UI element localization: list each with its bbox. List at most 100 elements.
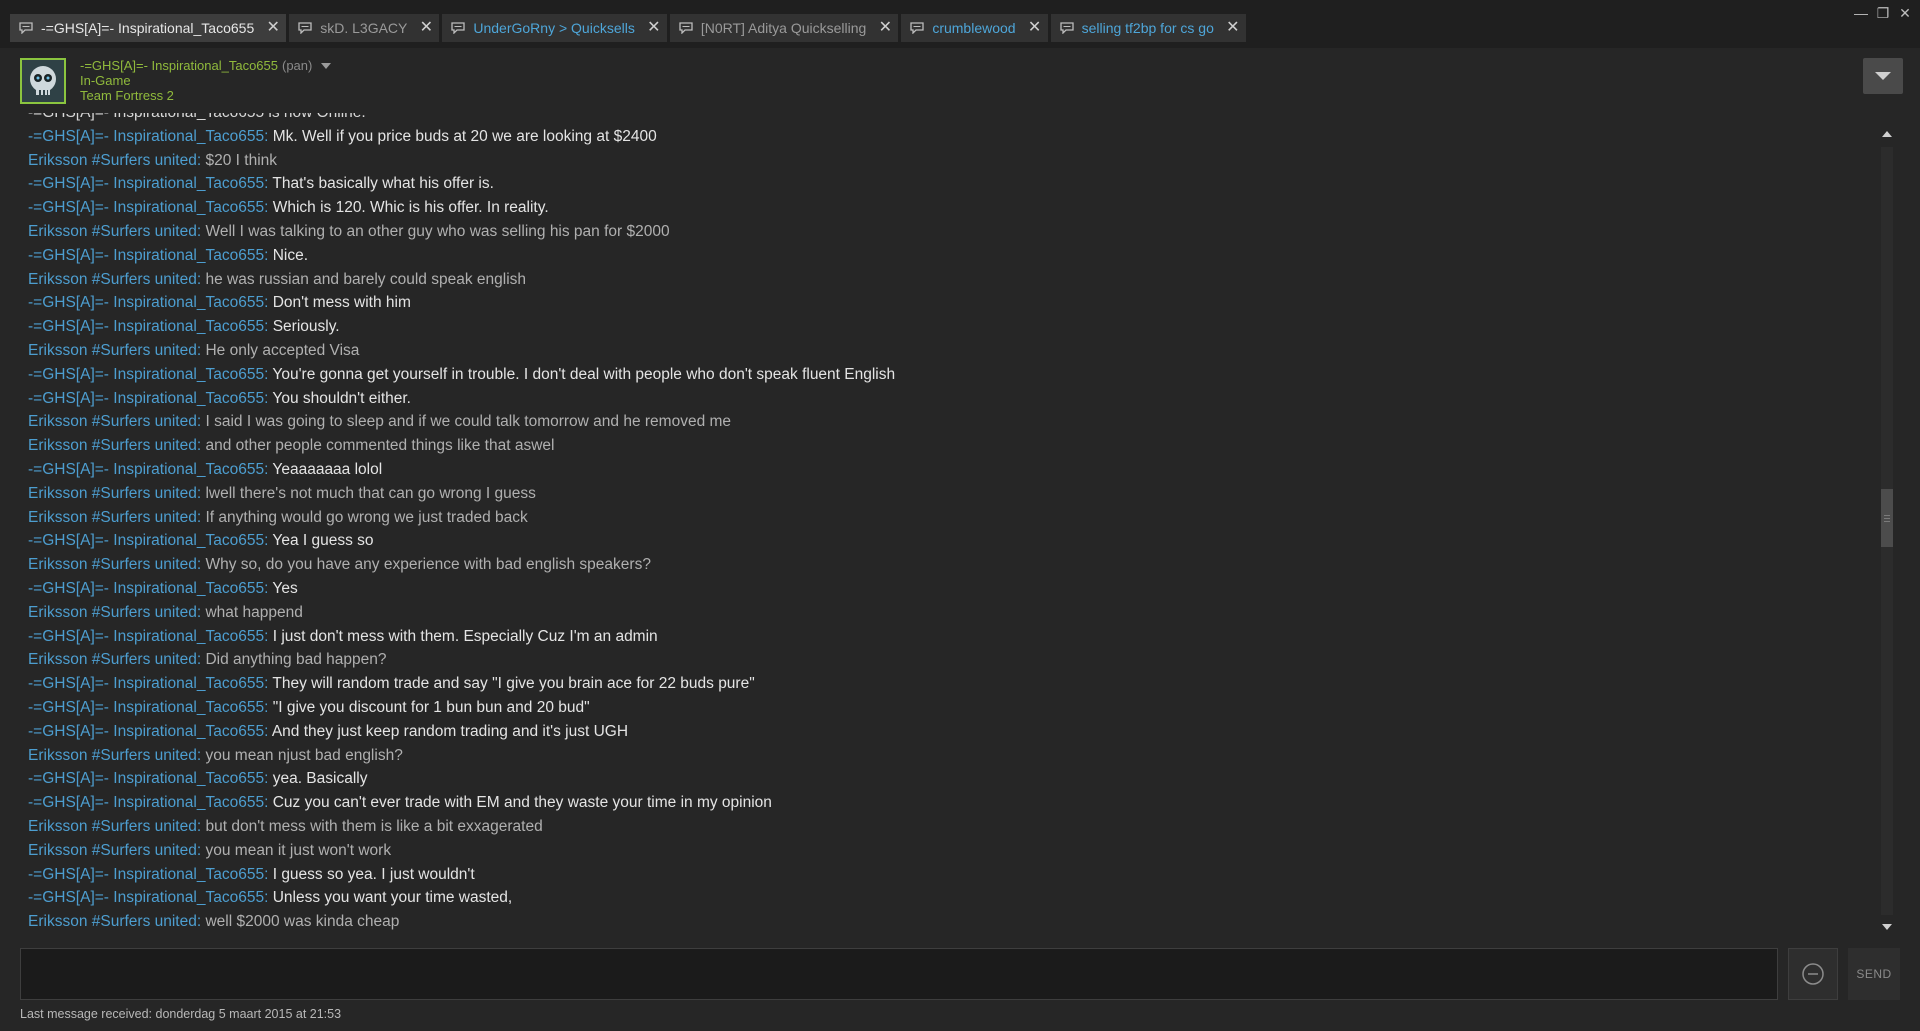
chat-window: -=GHS[A]=- Inspirational_Taco655 ✕ skD. L3…: [0, 0, 1920, 1031]
restore-button[interactable]: ❐: [1876, 5, 1890, 21]
message-text: Well I was talking to an other guy who w…: [205, 222, 670, 240]
message-sender: -=GHS[A]=- Inspirational_Taco655: [28, 770, 265, 788]
chat-tab[interactable]: [N0RT] Aditya Quickselling ✕: [669, 14, 899, 42]
last-message-received: Last message received: donderdag 5 maart…: [20, 1007, 342, 1021]
tab-label: UnderGoRny > Quicksells: [473, 20, 635, 36]
chat-message: -=GHS[A]=- Inspirational_Taco655: They w…: [28, 672, 1868, 696]
chat-message: Eriksson #Surfers united: Why so, do you…: [28, 553, 1868, 577]
sender-separator: :: [264, 246, 273, 264]
scroll-thumb[interactable]: [1881, 489, 1893, 547]
message-input[interactable]: [21, 949, 1777, 999]
chat-message: -=GHS[A]=- Inspirational_Taco655: Cuz yo…: [28, 791, 1868, 815]
message-text: That's basically what his offer is.: [272, 175, 494, 193]
message-text: I said I was going to sleep and if we co…: [205, 413, 732, 431]
message-sender: Eriksson #Surfers united: [28, 484, 197, 502]
message-sender: -=GHS[A]=- Inspirational_Taco655: [28, 460, 265, 478]
message-sender: Eriksson #Surfers united: [28, 270, 197, 288]
system-message-text: -=GHS[A]=- Inspirational_Taco655 is now …: [28, 113, 366, 121]
friend-game: Team Fortress 2: [80, 88, 174, 103]
message-text: he was russian and barely could speak en…: [205, 270, 527, 288]
message-text: you mean it just won't work: [205, 841, 392, 859]
chat-message: -=GHS[A]=- Inspirational_Taco655: yea. B…: [28, 767, 1868, 791]
message-sender: Eriksson #Surfers united: [28, 437, 197, 455]
chat-message: -=GHS[A]=- Inspirational_Taco655: I just…: [28, 625, 1868, 649]
chat-bubble-icon: [1059, 22, 1075, 34]
chat-tab[interactable]: -=GHS[A]=- Inspirational_Taco655 ✕: [10, 14, 287, 42]
chevron-down-icon[interactable]: [321, 62, 332, 69]
emoticon-button[interactable]: [1788, 948, 1838, 1000]
message-text: Nice.: [272, 246, 309, 264]
chat-message: -=GHS[A]=- Inspirational_Taco655: That's…: [28, 172, 1868, 196]
message-text: Why so, do you have any experience with …: [205, 556, 651, 574]
tab-label: skD. L3GACY: [320, 20, 408, 36]
chat-message: -=GHS[A]=- Inspirational_Taco655: Don't …: [28, 291, 1868, 315]
sender-separator: :: [264, 698, 273, 716]
avatar[interactable]: [20, 58, 66, 104]
send-button[interactable]: SEND: [1848, 948, 1900, 1000]
skull-avatar-icon: [22, 60, 64, 102]
message-text: you mean njust bad english?: [205, 746, 403, 764]
chat-log[interactable]: -=GHS[A]=- Inspirational_Taco655 is now …: [28, 113, 1868, 939]
tab-label: [N0RT] Aditya Quickselling: [700, 20, 867, 36]
chat-message: -=GHS[A]=- Inspirational_Taco655: You sh…: [28, 387, 1868, 411]
close-window-button[interactable]: ✕: [1898, 5, 1912, 21]
chat-message: Eriksson #Surfers united: Did anything b…: [28, 648, 1868, 672]
message-sender: -=GHS[A]=- Inspirational_Taco655: [28, 532, 265, 550]
message-text: Mk. Well if you price buds at 20 we are …: [272, 127, 657, 145]
message-sender: -=GHS[A]=- Inspirational_Taco655: [28, 318, 265, 336]
chat-tab[interactable]: selling tf2bp for cs go ✕: [1050, 14, 1246, 42]
tab-label: crumblewood: [932, 20, 1016, 36]
chat-scrollbar[interactable]: [1878, 123, 1896, 939]
message-text: lwell there's not much that can go wrong…: [205, 484, 536, 502]
close-tab-icon[interactable]: ✕: [647, 20, 661, 36]
message-sender: -=GHS[A]=- Inspirational_Taco655: [28, 294, 265, 312]
close-tab-icon[interactable]: ✕: [1226, 20, 1240, 36]
message-sender: -=GHS[A]=- Inspirational_Taco655: [28, 865, 265, 883]
chat-message: -=GHS[A]=- Inspirational_Taco655: You're…: [28, 363, 1868, 387]
chat-message: Eriksson #Surfers united: and other peop…: [28, 434, 1868, 458]
message-sender: -=GHS[A]=- Inspirational_Taco655: [28, 199, 265, 217]
sender-separator: :: [264, 865, 273, 883]
friend-name[interactable]: -=GHS[A]=- Inspirational_Taco655 (pan): [80, 58, 332, 73]
scroll-down-button[interactable]: [1878, 918, 1896, 936]
close-tab-icon[interactable]: ✕: [266, 20, 280, 36]
chat-bubble-icon: [297, 22, 313, 34]
message-text: Cuz you can't ever trade with EM and the…: [272, 794, 772, 812]
message-sender: Eriksson #Surfers united: [28, 556, 197, 574]
message-sender: Eriksson #Surfers united: [28, 841, 197, 859]
minimize-button[interactable]: —: [1854, 5, 1868, 21]
chat-message: Eriksson #Surfers united: but don't mess…: [28, 815, 1868, 839]
chat-message: -=GHS[A]=- Inspirational_Taco655: Which …: [28, 196, 1868, 220]
close-tab-icon[interactable]: ✕: [878, 20, 892, 36]
chat-message: -=GHS[A]=- Inspirational_Taco655: I gues…: [28, 863, 1868, 887]
close-tab-icon[interactable]: ✕: [1028, 20, 1042, 36]
message-text: Yeaaaaaaa lolol: [272, 460, 383, 478]
message-text: well $2000 was kinda cheap: [205, 913, 400, 931]
chat-message: -=GHS[A]=- Inspirational_Taco655 is now …: [28, 113, 1868, 125]
scroll-up-button[interactable]: [1878, 125, 1896, 143]
chat-bubble-icon: [450, 22, 466, 34]
sender-separator: :: [264, 627, 273, 645]
message-sender: Eriksson #Surfers united: [28, 508, 197, 526]
message-text: "I give you discount for 1 bun bun and 2…: [272, 698, 590, 716]
chevron-down-icon: [1875, 72, 1891, 80]
chat-message: -=GHS[A]=- Inspirational_Taco655: Seriou…: [28, 315, 1868, 339]
message-sender: -=GHS[A]=- Inspirational_Taco655: [28, 627, 265, 645]
window-controls: — ❐ ✕: [1854, 5, 1912, 22]
message-sender: Eriksson #Surfers united: [28, 651, 197, 669]
friend-header: -=GHS[A]=- Inspirational_Taco655 (pan) I…: [0, 48, 1920, 108]
chat-tab[interactable]: skD. L3GACY ✕: [289, 14, 440, 42]
friend-nickname: (pan): [282, 58, 313, 73]
chat-tab[interactable]: crumblewood ✕: [901, 14, 1048, 42]
message-sender: Eriksson #Surfers united: [28, 413, 197, 431]
message-text: Did anything bad happen?: [205, 651, 387, 669]
friend-display-name: -=GHS[A]=- Inspirational_Taco655: [80, 58, 278, 73]
message-sender: -=GHS[A]=- Inspirational_Taco655: [28, 794, 265, 812]
message-text: what happend: [205, 603, 303, 621]
chat-tab[interactable]: UnderGoRny > Quicksells ✕: [442, 14, 667, 42]
message-text: Yes: [272, 579, 298, 597]
close-tab-icon[interactable]: ✕: [419, 20, 433, 36]
message-text: Unless you want your time wasted,: [272, 889, 513, 907]
chat-message: Eriksson #Surfers united: Well I was tal…: [28, 220, 1868, 244]
chat-options-button[interactable]: [1863, 58, 1903, 94]
